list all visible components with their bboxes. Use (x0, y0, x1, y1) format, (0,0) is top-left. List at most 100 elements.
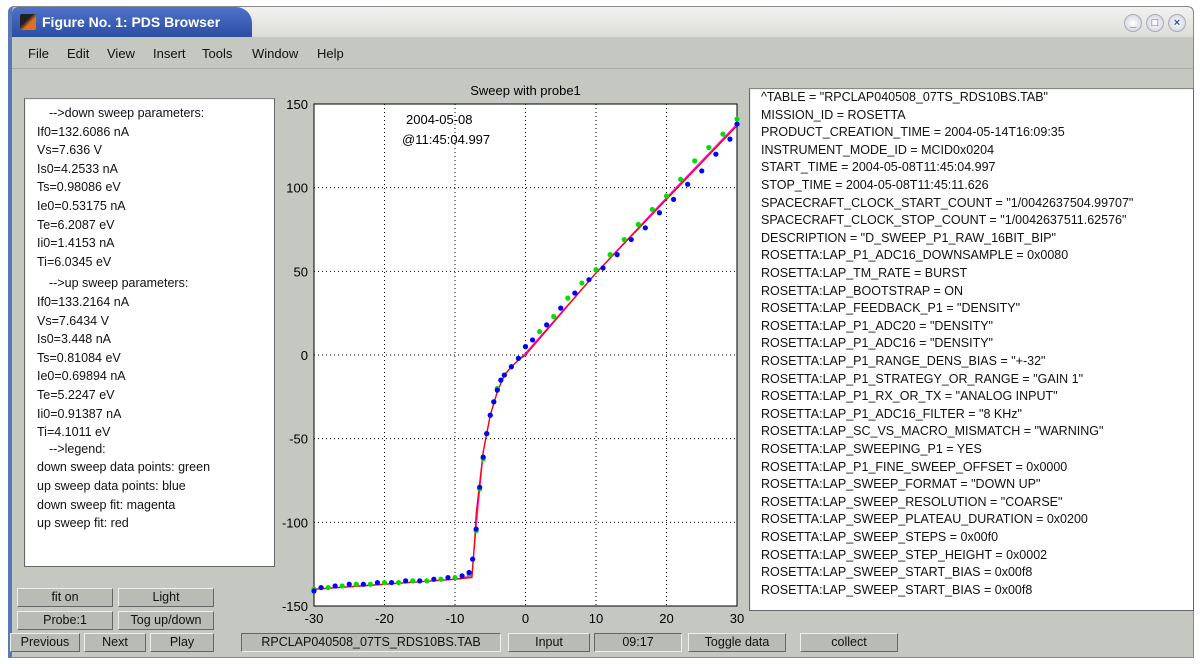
data-point (470, 556, 476, 562)
y-tick-label: -50 (289, 432, 308, 447)
metadata-line: ROSETTA:LAP_P1_STRATEGY_OR_RANGE = "GAIN… (761, 371, 1084, 386)
metadata-line: ROSETTA:LAP_SWEEP_START_BIAS = 0x00f8 (761, 565, 1033, 580)
data-point (537, 328, 543, 335)
next-button[interactable]: Next (84, 633, 146, 652)
data-point (734, 121, 740, 127)
menu-help[interactable]: Help (317, 46, 344, 61)
data-point (522, 344, 529, 350)
metadata-line: ROSETTA:LAP_P1_RX_OR_TX = "ANALOG INPUT" (761, 389, 1058, 404)
data-point (508, 364, 514, 370)
parameter-line: up sweep data points: blue (37, 479, 186, 493)
y-tick-label: 100 (286, 181, 308, 196)
parameter-line: down sweep data points: green (37, 460, 211, 475)
metadata-line: ROSETTA:LAP_SWEEP_FORMAT = "DOWN UP" (761, 477, 1041, 492)
previous-button[interactable]: Previous (10, 633, 80, 652)
data-point (515, 355, 522, 361)
data-point (491, 399, 497, 405)
data-point (720, 131, 726, 137)
data-point (396, 579, 402, 586)
menu-edit[interactable]: Edit (67, 46, 89, 61)
light-button[interactable]: Light (118, 588, 214, 607)
play-button[interactable]: Play (150, 633, 214, 652)
parameter-line: up sweep fit: red (37, 516, 129, 531)
data-point (600, 265, 606, 271)
label-metadata-panel[interactable]: ^TABLE = "RPCLAP040508_07TS_RDS10BS.TAB"… (749, 88, 1194, 611)
parameter-line: Te=5.2247 eV (37, 388, 115, 402)
data-point (374, 579, 381, 586)
data-point (544, 322, 550, 328)
metadata-line: ROSETTA:LAP_P1_FINE_SWEEP_OFFSET = 0x000… (761, 459, 1068, 474)
chart-title: Sweep with probe1 (470, 83, 581, 98)
parameter-line: Ts=0.81084 eV (37, 350, 121, 365)
metadata-line: ROSETTA:LAP_P1_ADC16 = "DENSITY" (761, 336, 993, 351)
data-point (656, 210, 663, 216)
metadata-line: ROSETTA:LAP_SWEEP_STEP_HEIGHT = 0x0002 (761, 547, 1048, 562)
metadata-line: ROSETTA:LAP_BOOTSTRAP = ON (761, 283, 964, 298)
metadata-line: STOP_TIME = 2004-05-08T11:45:11.626 (761, 178, 989, 192)
metadata-line: DESCRIPTION = "D_SWEEP_P1_RAW_16BIT_BIP" (761, 230, 1056, 245)
metadata-line: ROSETTA:LAP_P1_ADC20 = "DENSITY" (761, 318, 993, 333)
parameter-line: Vs=7.636 V (37, 143, 102, 158)
data-point (353, 581, 359, 587)
data-point (565, 295, 571, 301)
fit-on-button[interactable]: fit on (17, 588, 113, 607)
menu-tools[interactable]: Tools (202, 46, 232, 61)
menu-file[interactable]: File (28, 46, 49, 61)
section-heading: -->down sweep parameters: (49, 106, 205, 120)
x-tick-label: 10 (589, 611, 603, 626)
y-tick-label: 150 (286, 97, 308, 112)
parameter-line: Te=6.2087 eV (37, 217, 115, 232)
title-tab: Figure No. 1: PDS Browser (12, 7, 252, 37)
data-point (670, 196, 677, 202)
menu-insert[interactable]: Insert (153, 46, 186, 61)
data-point (431, 576, 437, 582)
toggle-data-button[interactable]: Toggle data (688, 633, 786, 652)
data-point (586, 277, 592, 283)
data-point (663, 193, 670, 199)
data-point (403, 578, 409, 584)
data-point (649, 206, 655, 213)
time-field[interactable]: 09:17 (594, 633, 682, 652)
data-point (318, 584, 324, 591)
menu-view[interactable]: View (107, 46, 135, 61)
data-point (607, 252, 613, 258)
data-point (480, 454, 486, 460)
data-point (346, 581, 352, 587)
close-icon[interactable]: × (1168, 14, 1186, 32)
probe-button[interactable]: Probe:1 (17, 611, 113, 630)
parameter-line: Is0=3.448 nA (37, 332, 112, 347)
metadata-line: ROSETTA:LAP_SWEEPING_P1 = YES (761, 442, 982, 456)
metadata-line: ROSETTA:LAP_SWEEP_RESOLUTION = "COARSE" (761, 494, 1063, 509)
parameter-line: If0=132.6086 nA (37, 124, 130, 139)
parameter-line: Ii0=0.91387 nA (37, 406, 122, 421)
title-bar[interactable]: Figure No. 1: PDS Browser _ □ × (12, 7, 1193, 37)
toggle-up-down-button[interactable]: Tog up/down (118, 611, 214, 630)
data-point (466, 569, 472, 576)
parameter-line: down sweep fit: magenta (37, 497, 176, 512)
data-point (388, 579, 395, 586)
input-button[interactable]: Input (508, 633, 590, 652)
parameter-line: Ts=0.98086 eV (37, 180, 121, 195)
x-tick-label: -20 (375, 611, 394, 626)
metadata-line: SPACECRAFT_CLOCK_START_COUNT = "1/004263… (761, 195, 1134, 210)
y-tick-label: -150 (282, 599, 308, 614)
menu-window[interactable]: Window (252, 46, 298, 61)
data-point (311, 588, 317, 594)
parameter-line: Ie0=0.69894 nA (37, 369, 126, 384)
data-point (381, 579, 388, 586)
metadata-line: MISSION_ID = ROSETTA (761, 107, 906, 122)
minimize-icon[interactable]: _ (1124, 14, 1142, 32)
data-point (473, 526, 479, 532)
x-tick-label: 0 (522, 611, 529, 626)
parameter-line: Ti=4.1011 eV (37, 425, 111, 440)
collect-button[interactable]: collect (800, 633, 898, 652)
y-tick-label: -100 (282, 515, 308, 530)
data-point (325, 584, 331, 591)
data-point (628, 236, 634, 243)
filename-field[interactable]: RPCLAP040508_07TS_RDS10BS.TAB (241, 633, 501, 652)
section-heading: -->up sweep parameters: (49, 276, 189, 291)
data-point (494, 387, 500, 393)
data-point (445, 574, 451, 581)
data-point (459, 573, 465, 579)
maximize-icon[interactable]: □ (1146, 14, 1164, 32)
